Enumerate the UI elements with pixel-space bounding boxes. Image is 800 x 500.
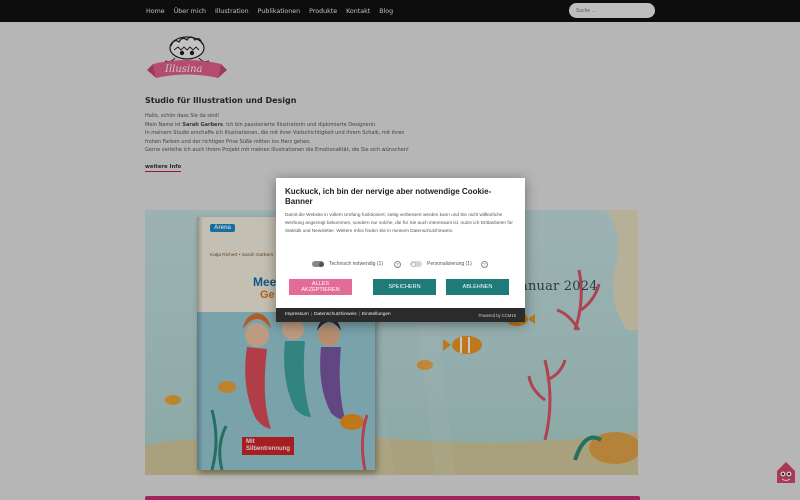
save-button[interactable]: SPEICHERN	[373, 279, 436, 295]
accept-all-label: ALLES AKZEPTIEREN	[301, 281, 339, 293]
footer-separator: |	[310, 312, 312, 317]
info-personalisation-icon[interactable]: ?	[481, 260, 488, 268]
decline-button[interactable]: ABLEHNEN	[446, 279, 509, 295]
cookie-footer-links: Impressum | Datenschutzhinweis | Einstellung…	[285, 312, 391, 317]
cookie-footer: Impressum | Datenschutzhinweis | Einstellung…	[276, 308, 525, 322]
footer-separator: |	[358, 312, 360, 317]
toggle-necessary[interactable]	[312, 261, 324, 267]
cookie-toggle-row: Technisch notwendig (1) ? Personalisieru…	[276, 259, 525, 269]
powered-by-text[interactable]: Powered by CCM19	[479, 313, 516, 318]
footer-link-datenschutz[interactable]: Datenschutzhinweis	[314, 312, 357, 317]
info-necessary-icon[interactable]: ?	[394, 260, 401, 268]
footer-link-impressum[interactable]: Impressum	[285, 312, 309, 317]
accept-all-button[interactable]: ALLES AKZEPTIEREN	[289, 279, 352, 295]
cookie-banner: Kuckuck, ich bin der nervige aber notwen…	[276, 178, 525, 322]
toggle-necessary-label: Technisch notwendig (1)	[329, 261, 383, 267]
toggle-personalisation-label: Personalisierung (1)	[427, 261, 472, 267]
footer-link-einstellungen[interactable]: Einstellungen	[362, 312, 391, 317]
cookie-title: Kuckuck, ich bin der nervige aber notwen…	[285, 187, 492, 206]
cookie-description: Damit die Website in vollem Umfang funkt…	[285, 212, 513, 233]
toggle-personalisation[interactable]	[410, 261, 422, 267]
accept-all-line-2: AKZEPTIEREN	[301, 287, 340, 293]
